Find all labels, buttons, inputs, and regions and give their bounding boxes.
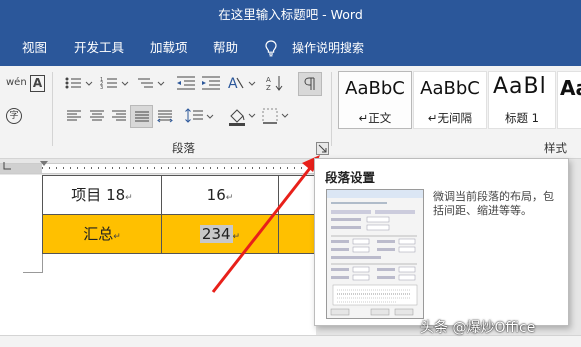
paragraph-dialog-icon xyxy=(327,190,423,316)
tooltip-title: 段落设置 xyxy=(325,170,376,185)
watermark: 头条 @爆炒Office xyxy=(420,320,536,336)
paragraph-settings-tooltip: 段落设置 微调当前段落的布局，包括间距、缩进等等。 xyxy=(314,158,569,326)
tooltip-description: 微调当前段落的布局，包括间距、缩进等等。 xyxy=(433,190,554,217)
dialog-preview-thumbnail xyxy=(326,189,424,319)
